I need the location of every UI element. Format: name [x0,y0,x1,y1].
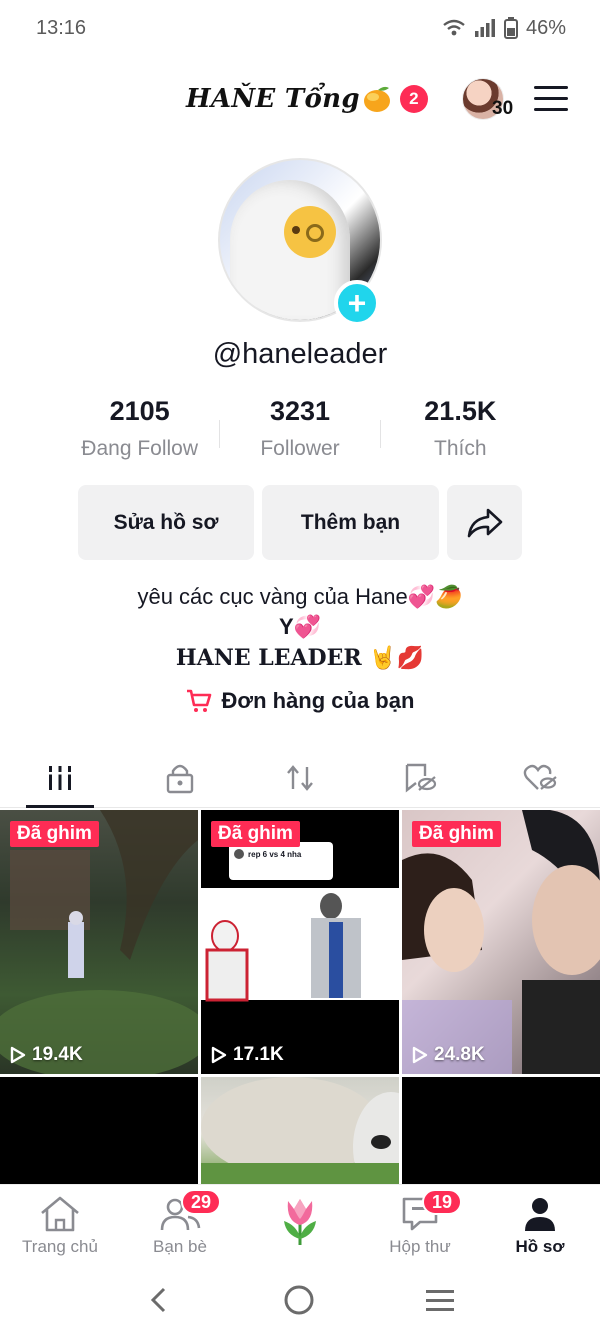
share-arrow-icon [467,508,502,537]
system-nav-bar [0,1266,600,1333]
recents-icon[interactable] [424,1285,456,1315]
status-icons: 46% [442,17,566,40]
cart-icon [186,689,211,712]
play-icon [412,1046,428,1064]
orders-link[interactable]: Đơn hàng của bạn [0,688,600,714]
tab-private[interactable] [120,748,240,807]
tab-videos[interactable] [0,748,120,808]
two-people-scene [402,810,600,1074]
forest-scene [0,810,198,1074]
nav-create[interactable] [240,1185,360,1264]
bio-line-1: yêu các cục vàng của Hane💞🥭 [137,584,463,609]
nav-profile[interactable]: Hồ sơ [480,1185,600,1264]
view-count: 17.1K [211,1044,284,1066]
stat-following[interactable]: 2105 Đang Follow [60,396,219,466]
reply-text: rep 6 vs 4 nha [248,849,302,859]
wifi-icon [443,19,465,36]
stat-followers[interactable]: 3231 Follower [220,396,379,466]
emoji-monocle [306,224,324,242]
add-friend-button[interactable]: Thêm bạn [262,485,439,560]
emoji-eye [292,226,300,234]
content-tabs [0,748,600,808]
nav-label: Hộp thư [389,1237,451,1256]
avatar-hood-shape [230,180,350,320]
video-tile[interactable]: Đã ghim 24.8K [402,810,600,1074]
status-time: 13:16 [36,16,87,39]
account-switcher[interactable]: HAŇE Tổng 2 [186,84,428,114]
repost-icon [287,764,313,791]
stat-value: 3231 [269,396,331,426]
video-tile[interactable] [201,1077,399,1187]
share-profile-button[interactable] [447,485,522,560]
battery-percent: 46% [525,16,566,39]
battery-icon [503,17,518,39]
username: @haneleader [212,338,388,370]
stat-label: Đang Follow [81,437,199,460]
home-circle-icon[interactable] [282,1283,316,1317]
stat-likes[interactable]: 21.5K Thích [381,396,540,466]
orders-label: Đơn hàng của bạn [221,688,415,713]
header-title: HAŇE Tổng [186,84,360,114]
tab-reposts[interactable] [240,748,360,807]
edit-profile-button[interactable]: Sửa hồ sơ [78,485,254,560]
friends-count: 30 [492,98,514,119]
bookmark-hidden-icon [405,763,437,792]
bottom-nav: Trang chủ 29 Bạn bè 19 Hộp thư Hồ sơ [0,1184,600,1264]
stat-label: Follower [260,437,340,460]
nav-label: Trang chủ [22,1237,98,1256]
tab-saved[interactable] [360,748,480,807]
pinned-badge: Đã ghim [412,821,501,847]
profile-header: HAŇE Tổng 2 30 [0,70,600,130]
view-count-value: 17.1K [233,1044,284,1065]
inbox-badge: 19 [422,1189,462,1215]
stat-value: 2105 [109,396,170,426]
stat-value: 21.5K [424,396,497,426]
mango-icon [363,86,390,112]
pinned-badge: Đã ghim [10,821,99,847]
video-tile[interactable]: Đã ghim 19.4K [0,810,198,1074]
skull-mask-scene [201,1077,399,1187]
nav-friends[interactable]: 29 Bạn bè [120,1185,240,1264]
profile-icon [525,1198,555,1231]
pinned-badge: Đã ghim [211,821,300,847]
comment-reply-box: rep 6 vs 4 nha [229,842,333,880]
signal-icon [474,19,495,37]
tulip-icon [284,1199,316,1245]
bio-line-2: Y💞 [278,614,322,639]
costume-figures [205,893,361,1002]
back-icon[interactable] [144,1285,174,1315]
heart-hidden-icon [523,764,557,790]
play-icon [10,1046,26,1064]
friends-badge: 29 [181,1189,221,1215]
bio-line-3: HANE LEADER 🤘💋 [175,645,425,671]
video-tile[interactable] [402,1077,600,1187]
video-tile[interactable] [0,1077,198,1187]
view-count: 24.8K [412,1044,485,1066]
lock-icon [166,764,194,793]
stat-label: Thích [434,437,487,460]
play-icon [211,1046,227,1064]
nav-inbox[interactable]: 19 Hộp thư [360,1185,480,1264]
profile-stats: 2105 Đang Follow 3231 Follower 21.5K Thí… [60,396,540,466]
view-count-value: 24.8K [434,1044,485,1065]
grid-icon [46,765,74,790]
notification-badge: 2 [399,85,428,113]
video-tile[interactable]: rep 6 vs 4 nha Đã ghim 17.1K [201,810,399,1074]
tab-liked[interactable] [480,748,600,807]
nav-label: Bạn bè [153,1237,207,1256]
view-count: 19.4K [10,1044,83,1066]
status-bar: 13:16 46% [0,0,600,56]
home-icon [41,1196,79,1232]
nav-label: Hồ sơ [515,1237,565,1256]
nav-home[interactable]: Trang chủ [0,1185,120,1264]
view-count-value: 19.4K [32,1044,83,1065]
add-story-button[interactable]: + [334,280,380,326]
menu-icon[interactable] [534,86,568,114]
